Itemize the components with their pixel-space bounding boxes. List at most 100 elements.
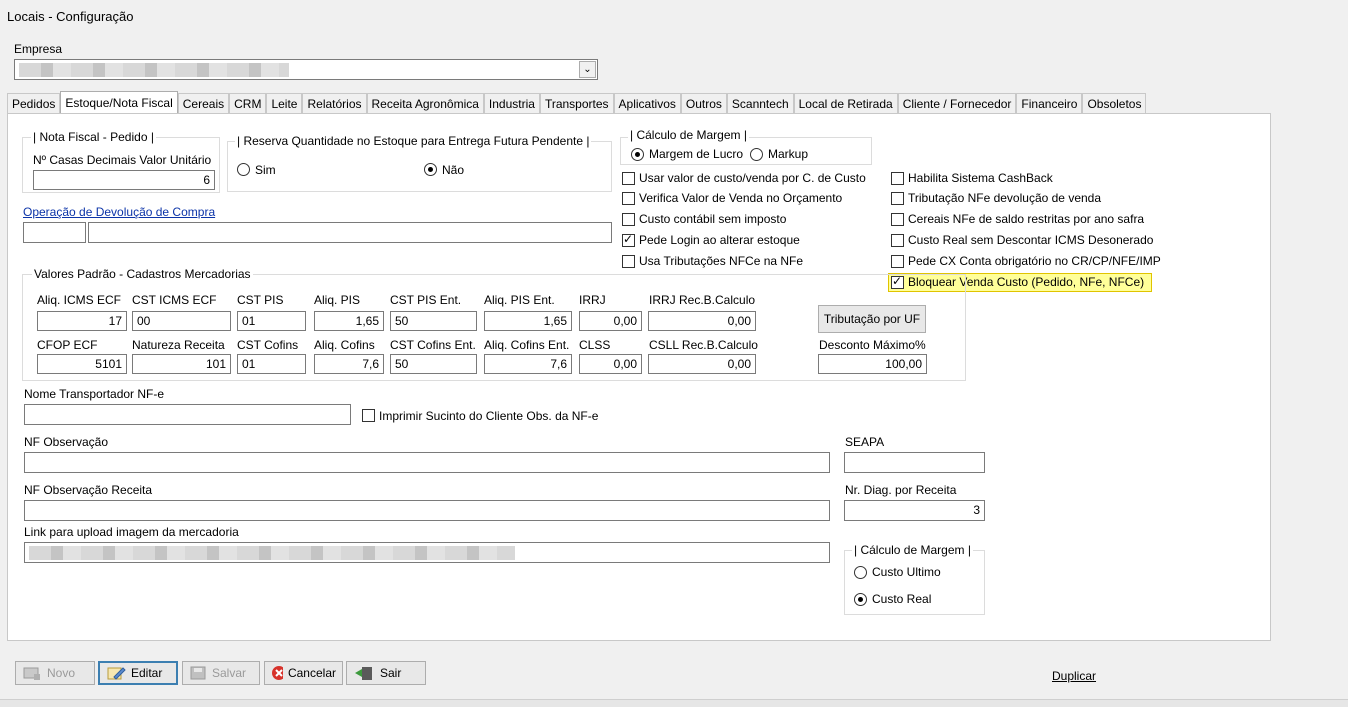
sair-button[interactable]: Sair — [346, 661, 426, 685]
margem-lucro-label: Margem de Lucro — [649, 147, 744, 161]
valores-field-label: CSLL Rec.B.Calculo — [649, 338, 758, 352]
valores-field-input[interactable]: 0,00 — [579, 311, 642, 331]
devolucao-link[interactable]: Operação de Devolução de Compra — [23, 205, 215, 219]
tab-leite[interactable]: Leite — [266, 93, 303, 114]
valores-field-input[interactable]: 50 — [390, 354, 477, 374]
nr-diag-input[interactable]: 3 — [844, 500, 985, 521]
valores-field-label: Aliq. Cofins Ent. — [484, 338, 570, 352]
devolucao-desc-input[interactable] — [88, 222, 612, 243]
tab-pedidos[interactable]: Pedidos — [7, 93, 61, 114]
nf-obs-receita-input[interactable] — [24, 500, 830, 521]
link-upload-input[interactable] — [24, 542, 830, 563]
margem-lucro-radio[interactable] — [631, 148, 644, 161]
tab-scanntech[interactable]: Scanntech — [726, 93, 794, 114]
checkbox-left-4[interactable] — [622, 255, 635, 268]
nf-obs-receita-label: NF Observação Receita — [24, 483, 153, 497]
valores-field-input[interactable]: 1,65 — [314, 311, 384, 331]
checkbox-right-3[interactable] — [891, 234, 904, 247]
tab-transportes[interactable]: Transportes — [539, 93, 614, 114]
tab-cereais[interactable]: Cereais — [177, 93, 230, 114]
reserva-group — [227, 141, 612, 192]
novo-button[interactable]: Novo — [15, 661, 95, 685]
duplicar-link[interactable]: Duplicar — [1052, 669, 1096, 683]
editar-label: Editar — [131, 666, 163, 680]
valores-field-label: IRRJ Rec.B.Calculo — [649, 293, 756, 307]
valores-field-input[interactable]: 0,00 — [648, 354, 756, 374]
valores-field-input[interactable]: 0,00 — [648, 311, 756, 331]
tab-crm[interactable]: CRM — [229, 93, 267, 114]
tab-cliente-fornecedor[interactable]: Cliente / Fornecedor — [897, 93, 1017, 114]
valores-field-input[interactable]: 50 — [390, 311, 477, 331]
valores-field-label: CST PIS — [237, 293, 284, 307]
custo-ultimo-radio[interactable] — [854, 566, 867, 579]
checkbox-right-1[interactable] — [891, 192, 904, 205]
tab-relat-rios[interactable]: Relatórios — [302, 93, 367, 114]
valores-field-input[interactable]: 17 — [37, 311, 127, 331]
editar-button[interactable]: Editar — [98, 661, 178, 685]
checkbox-left-1[interactable] — [622, 192, 635, 205]
checkbox-right-0[interactable] — [891, 172, 904, 185]
checkbox-left-3[interactable] — [622, 232, 635, 247]
checkbox-left-0[interactable] — [622, 172, 635, 185]
edit-icon — [107, 667, 126, 680]
checkbox-right-2[interactable] — [891, 213, 904, 226]
nf-observacao-input[interactable] — [24, 452, 830, 473]
imprimir-sucinto-checkbox[interactable] — [362, 409, 375, 422]
valores-field-input[interactable]: 5101 — [37, 354, 127, 374]
checkbox-label: Custo Real sem Descontar ICMS Desonerado — [908, 233, 1154, 247]
devolucao-code-input[interactable] — [23, 222, 86, 243]
redacted-empresa — [19, 63, 289, 77]
valores-field-label: CST Cofins — [237, 338, 299, 352]
valores-field-label: IRRJ — [579, 293, 606, 307]
valores-field-input[interactable]: 101 — [132, 354, 231, 374]
margem-top-title: | Cálculo de Margem | — [628, 128, 749, 142]
reserva-nao-label: Não — [442, 163, 465, 177]
valores-field-label: CST PIS Ent. — [390, 293, 462, 307]
valores-field-input[interactable]: 0,00 — [579, 354, 642, 374]
valores-field-input[interactable]: 7,6 — [314, 354, 384, 374]
valores-field-label: CST ICMS ECF — [132, 293, 217, 307]
valores-field-label: Aliq. PIS Ent. — [484, 293, 555, 307]
imprimir-sucinto-label: Imprimir Sucinto do Cliente Obs. da NF-e — [379, 409, 599, 423]
desconto-maximo-input[interactable]: 100,00 — [818, 354, 927, 374]
transportador-label: Nome Transportador NF-e — [24, 387, 165, 401]
seapa-input[interactable] — [844, 452, 985, 473]
checkbox-label: Tributação NFe devolução de venda — [908, 191, 1102, 205]
chevron-down-icon[interactable]: ⌄ — [579, 61, 596, 78]
valores-field-input[interactable]: 1,65 — [484, 311, 572, 331]
valores-field-label: Aliq. Cofins — [314, 338, 375, 352]
markup-radio[interactable] — [750, 148, 763, 161]
tributacao-uf-button[interactable]: Tributação por UF — [818, 305, 926, 333]
tab-financeiro[interactable]: Financeiro — [1016, 93, 1083, 114]
tab-local-de-retirada[interactable]: Local de Retirada — [793, 93, 898, 114]
tab-industria[interactable]: Industria — [483, 93, 540, 114]
tab-receita-agron-mica[interactable]: Receita Agronômica — [366, 93, 484, 114]
valores-field-input[interactable]: 01 — [237, 311, 306, 331]
valores-field-input[interactable]: 7,6 — [484, 354, 572, 374]
checkbox-label: Habilita Sistema CashBack — [908, 171, 1053, 185]
casas-decimais-input[interactable]: 6 — [33, 170, 215, 190]
custo-real-radio[interactable] — [854, 593, 867, 606]
new-document-icon — [23, 667, 40, 680]
sair-label: Sair — [380, 666, 402, 680]
empresa-select[interactable]: ⌄ — [14, 59, 598, 80]
tab-aplicativos[interactable]: Aplicativos — [613, 93, 681, 114]
markup-label: Markup — [768, 147, 809, 161]
valores-field-label: Aliq. PIS — [314, 293, 361, 307]
tab-outros[interactable]: Outros — [680, 93, 727, 114]
checkbox-label: Pede Login ao alterar estoque — [639, 233, 800, 247]
checkbox-right-4[interactable] — [891, 255, 904, 268]
tab-obsoletos[interactable]: Obsoletos — [1082, 93, 1147, 114]
checkbox-left-2[interactable] — [622, 213, 635, 226]
transportador-input[interactable] — [24, 404, 351, 425]
checkbox-label: Cereais NFe de saldo restritas por ano s… — [908, 212, 1145, 226]
salvar-button[interactable]: Salvar — [182, 661, 260, 685]
tab-estoque-nota-fiscal[interactable]: Estoque/Nota Fiscal — [60, 91, 178, 114]
reserva-nao-radio[interactable] — [424, 163, 437, 176]
valores-field-input[interactable]: 00 — [132, 311, 231, 331]
casas-decimais-label: Nº Casas Decimais Valor Unitário — [33, 153, 212, 167]
cancelar-button[interactable]: Cancelar — [264, 661, 343, 685]
valores-field-input[interactable]: 01 — [237, 354, 306, 374]
reserva-sim-radio[interactable] — [237, 163, 250, 176]
seapa-label: SEAPA — [845, 435, 885, 449]
